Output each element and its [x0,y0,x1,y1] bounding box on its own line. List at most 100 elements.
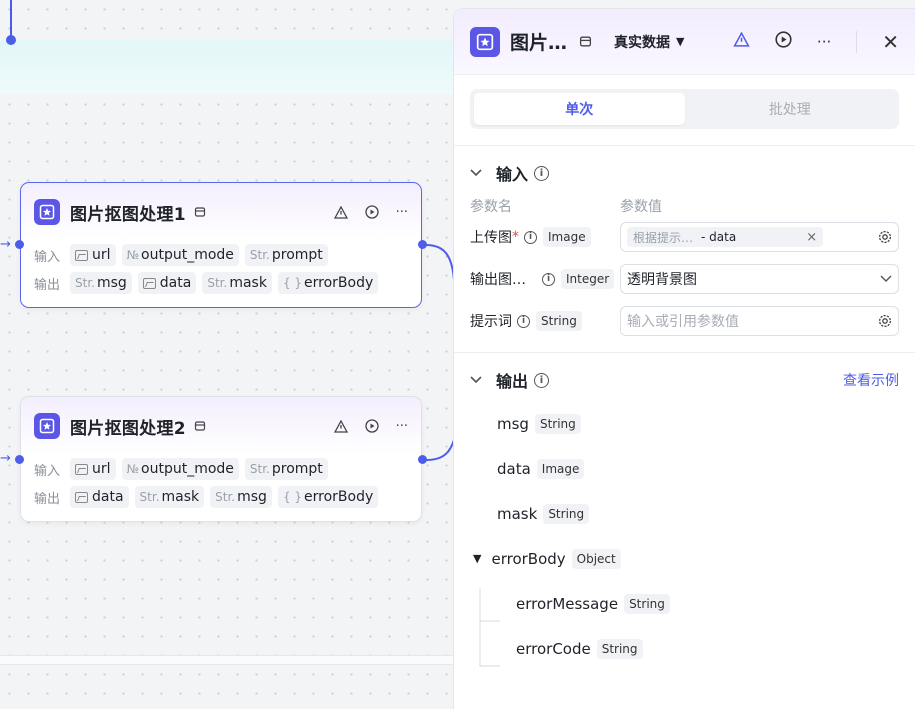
warning-icon[interactable] [333,419,348,433]
col-name-header: 参数名 [470,199,512,215]
output-mode-select[interactable]: 透明背景图 [620,264,899,294]
reference-chip[interactable]: 根据提示… - data × [627,227,824,247]
edge-line [10,0,12,38]
param-column-headers: 参数名 参数值 [454,196,915,216]
output-field-group[interactable]: ▼ errorBody Object [454,536,915,581]
input-placeholder: 输入或引用参数值 [627,314,739,330]
output-section-header[interactable]: 输出 i 查看示例 [454,365,915,395]
run-icon[interactable] [775,31,792,52]
section-title: 输入 [496,165,529,184]
output-chip: Str. msg [210,486,272,508]
output-field: errorCode String [454,626,915,671]
type-badge: Image [536,458,585,479]
node-output-handle[interactable] [418,240,427,249]
inputs-label: 输入 [34,463,61,479]
caret-down-icon: ▼ [676,35,685,48]
view-example-link[interactable]: 查看示例 [843,370,899,390]
col-value-header: 参数值 [620,199,662,215]
input-section-header[interactable]: 输入 i [454,158,915,188]
input-chip: url [70,244,116,266]
param-row: 上传图 * i Image 根据提示… - data × [454,216,915,258]
run-mode-tabs: 单次 批处理 [470,89,899,129]
param-name: 提示词 [470,314,512,330]
required-mark: * [512,229,519,245]
warning-icon[interactable] [333,205,348,219]
type-badge: String [543,503,590,524]
node-output-handle[interactable] [418,455,427,464]
output-chip: { } errorBody [277,486,379,508]
type-badge: String [596,638,643,659]
info-icon[interactable]: i [534,372,550,388]
param-value-field[interactable]: 根据提示… - data × [620,222,899,252]
tab-batch[interactable]: 批处理 [685,93,896,125]
info-icon[interactable]: i [517,314,530,328]
node-inputs-row: 输入 url № output_mode Str. prompt [21,455,421,483]
output-field: msg String [454,401,915,446]
node-title: 图片抠图处理2 [70,418,186,439]
output-chip: Str. mask [134,486,205,508]
panel-header: 图片… 真实数据 ▼ ··· ✕ [454,9,915,75]
data-mode-label: 真实数据 [614,34,671,51]
info-icon[interactable]: i [524,230,537,244]
type-badge: String [534,413,581,434]
plugin-store-icon [194,420,206,432]
inputs-label: 输入 [34,249,61,265]
edge-handle[interactable] [6,35,16,45]
tab-single[interactable]: 单次 [474,93,685,125]
output-chip: data [137,272,197,294]
canvas-group-band [0,40,455,94]
chevron-down-icon[interactable] [470,166,488,180]
info-icon[interactable]: i [542,272,555,286]
node-input-handle[interactable] [15,455,24,464]
plugin-store-icon [579,35,592,48]
image-type-icon [75,491,88,503]
data-mode-dropdown[interactable]: 真实数据 ▼ [614,32,684,52]
node-outputs-row: 输出 data Str. mask Str. msg { } errorBody [21,483,421,511]
divider [454,352,915,353]
node-header: 图片抠图处理2 ··· [21,397,421,455]
expand-triangle-icon[interactable]: ▼ [473,552,481,565]
run-icon[interactable] [364,419,379,433]
outputs-label: 输出 [34,277,61,293]
workflow-node[interactable]: 图片抠图处理2 ··· 输入 url № output_mode Str. prom… [20,396,422,522]
chevron-down-icon[interactable] [470,373,488,387]
node-title: 图片抠图处理1 [70,204,186,225]
image-plugin-icon [470,26,500,57]
type-badge: Integer [561,269,615,289]
node-header: 图片抠图处理1 ··· [21,183,421,241]
more-icon[interactable]: ··· [396,205,408,220]
edge-curve [426,244,455,280]
tree-connector [479,588,500,667]
output-field: errorMessage String [454,581,915,626]
plugin-store-icon [194,206,206,218]
workflow-node[interactable]: 图片抠图处理1 ··· 输入 url № output_mode Str. prom… [20,182,422,308]
node-debug-panel: 图片… 真实数据 ▼ ··· ✕ 单次 批处理 输入 i 参数名 参数值 上传图… [453,8,915,709]
image-plugin-icon [34,413,60,439]
canvas-group-band-bottom [0,655,455,665]
run-icon[interactable] [364,205,379,219]
section-title: 输出 [496,372,529,391]
output-chip: data [70,486,129,508]
input-chip: url [70,458,116,480]
more-icon[interactable]: ··· [396,419,408,434]
more-icon[interactable]: ··· [817,33,831,51]
outputs-label: 输出 [34,491,61,507]
type-badge: Image [543,227,591,247]
gear-icon[interactable] [878,230,892,244]
image-type-icon [75,249,88,261]
chevron-down-icon [880,275,892,283]
edge-arrow-icon: → [0,451,11,466]
param-name: 输出图… [470,272,526,288]
edge-arrow-icon: → [0,237,11,252]
info-icon[interactable]: i [534,165,550,181]
param-row: 输出图… i Integer 透明背景图 [454,258,915,300]
node-input-handle[interactable] [15,240,24,249]
type-badge: String [624,593,670,614]
close-icon[interactable]: ✕ [882,30,899,54]
gear-icon[interactable] [878,314,892,328]
input-chip: № output_mode [121,458,239,480]
clear-icon[interactable]: × [806,230,817,245]
node-outputs-row: 输出 Str. msg data Str. mask { } errorBody [21,269,421,297]
warning-icon[interactable] [733,31,750,51]
prompt-input[interactable]: 输入或引用参数值 [620,306,899,336]
